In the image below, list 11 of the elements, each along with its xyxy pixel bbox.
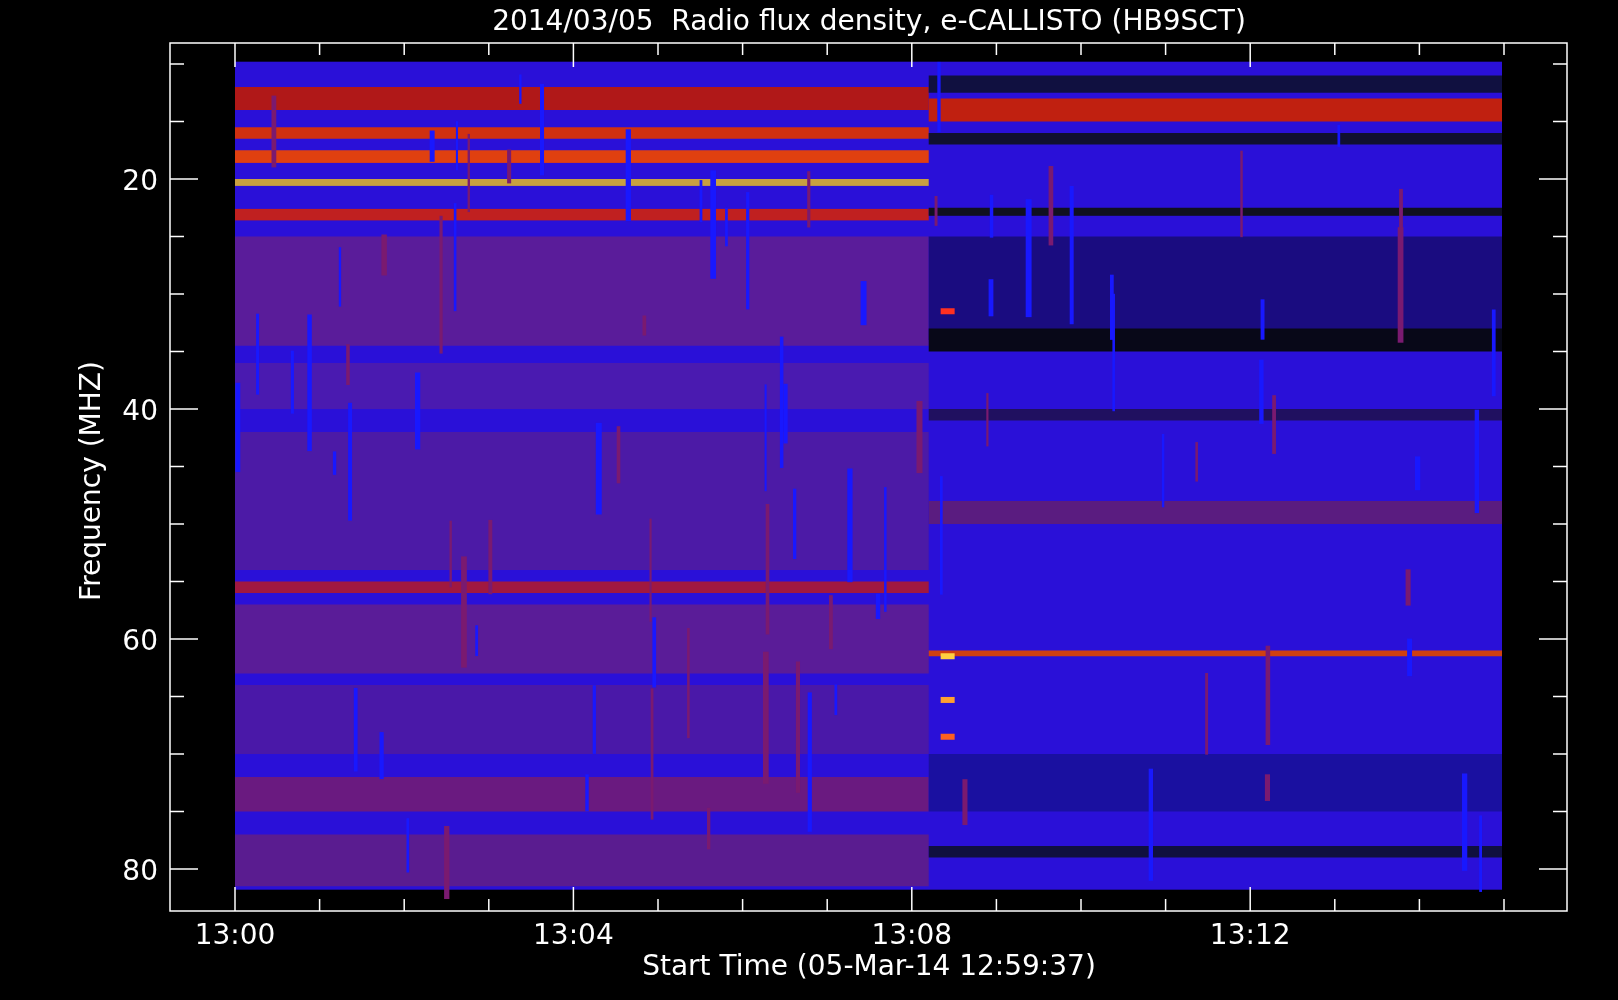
y-tick-label: 80 <box>122 854 158 887</box>
y-tick-label: 20 <box>122 164 158 197</box>
y-tick-label: 60 <box>122 624 158 657</box>
x-tick-label: 13:04 <box>533 918 614 951</box>
x-axis-label: Start Time (05-Mar-14 12:59:37) <box>642 949 1096 982</box>
x-tick-label: 13:00 <box>194 918 276 951</box>
x-tick-label: 13:08 <box>871 918 953 951</box>
y-tick-label: 40 <box>122 394 158 427</box>
x-tick-label: 13:12 <box>1209 918 1291 951</box>
chart-title: 2014/03/05 Radio flux density, e-CALLISTO (HB9SCT) <box>492 4 1246 37</box>
y-axis-label: Frequency (MHZ) <box>74 361 107 601</box>
